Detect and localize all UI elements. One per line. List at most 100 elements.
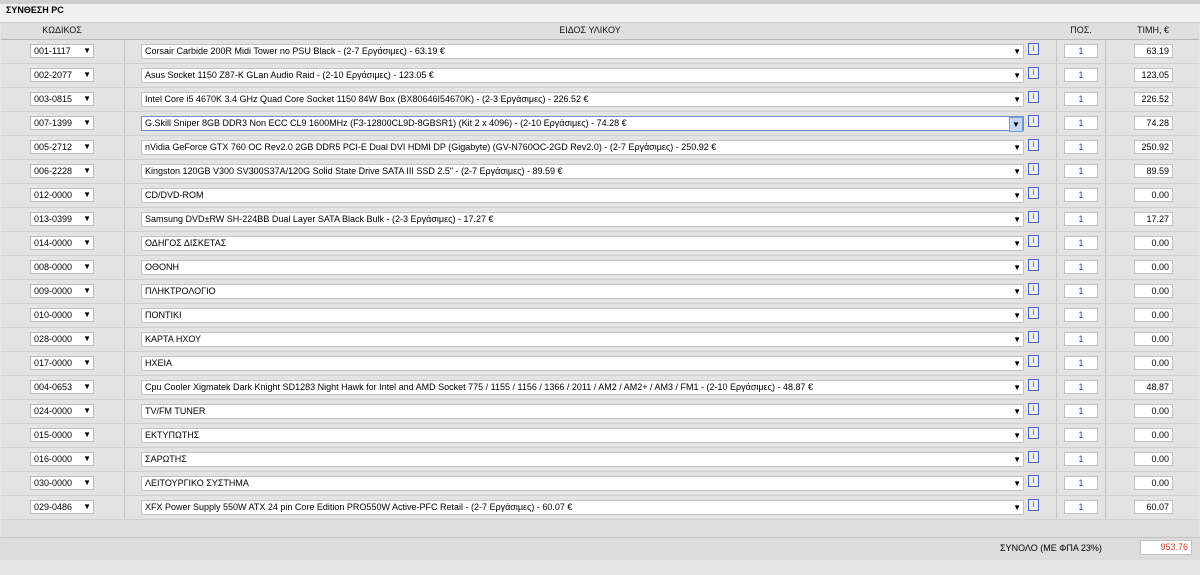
chevron-down-icon[interactable]: ▼ <box>1013 359 1021 368</box>
chevron-down-icon[interactable]: ▼ <box>1013 239 1021 248</box>
item-select[interactable]: Intel Core i5 4670K 3.4 GHz Quad Core So… <box>141 92 1024 107</box>
info-icon[interactable]: i <box>1028 235 1039 247</box>
info-icon[interactable]: i <box>1028 355 1039 367</box>
code-select[interactable]: 006-2228 ▼ <box>30 164 94 178</box>
info-icon[interactable]: i <box>1028 451 1039 463</box>
chevron-down-icon[interactable]: ▼ <box>1013 71 1021 80</box>
info-icon[interactable]: i <box>1028 379 1039 391</box>
quantity-input[interactable]: 1 <box>1064 500 1098 514</box>
chevron-down-icon[interactable]: ▼ <box>1013 167 1021 176</box>
info-icon[interactable]: i <box>1028 475 1039 487</box>
code-select[interactable]: 002-2077 ▼ <box>30 68 94 82</box>
chevron-down-icon[interactable]: ▼ <box>83 166 91 175</box>
code-select[interactable]: 014-0000 ▼ <box>30 236 94 250</box>
quantity-input[interactable]: 1 <box>1064 356 1098 370</box>
quantity-input[interactable]: 1 <box>1064 212 1098 226</box>
chevron-down-icon[interactable]: ▼ <box>83 70 91 79</box>
chevron-down-icon[interactable]: ▼ <box>1013 407 1021 416</box>
chevron-down-icon[interactable]: ▼ <box>1013 383 1021 392</box>
item-select[interactable]: ΣΑΡΩΤΗΣ ▼ <box>141 452 1024 467</box>
chevron-down-icon[interactable]: ▼ <box>83 502 91 511</box>
info-icon[interactable]: i <box>1028 163 1039 175</box>
item-select[interactable]: XFX Power Supply 550W ATX 24 pin Core Ed… <box>141 500 1024 515</box>
code-select[interactable]: 013-0399 ▼ <box>30 212 94 226</box>
info-icon[interactable]: i <box>1028 139 1039 151</box>
code-select[interactable]: 008-0000 ▼ <box>30 260 94 274</box>
item-select[interactable]: ΟΔΗΓΟΣ ΔΙΣΚΕΤΑΣ ▼ <box>141 236 1024 251</box>
chevron-down-icon[interactable]: ▼ <box>1013 431 1021 440</box>
info-icon[interactable]: i <box>1028 43 1039 55</box>
chevron-down-icon[interactable]: ▼ <box>1013 143 1021 152</box>
item-select[interactable]: ΠΟΝΤΙΚΙ ▼ <box>141 308 1024 323</box>
info-icon[interactable]: i <box>1028 67 1039 79</box>
chevron-down-icon[interactable]: ▼ <box>83 238 91 247</box>
quantity-input[interactable]: 1 <box>1064 92 1098 106</box>
quantity-input[interactable]: 1 <box>1064 452 1098 466</box>
item-select[interactable]: ΛΕΙΤΟΥΡΓΙΚΟ ΣΥΣΤΗΜΑ ▼ <box>141 476 1024 491</box>
item-select[interactable]: Kingston 120GB V300 SV300S37A/120G Solid… <box>141 164 1024 179</box>
code-select[interactable]: 016-0000 ▼ <box>30 452 94 466</box>
code-select[interactable]: 005-2712 ▼ <box>30 140 94 154</box>
chevron-down-icon[interactable]: ▼ <box>1013 479 1021 488</box>
code-select[interactable]: 028-0000 ▼ <box>30 332 94 346</box>
chevron-down-icon[interactable]: ▼ <box>83 406 91 415</box>
quantity-input[interactable]: 1 <box>1064 308 1098 322</box>
chevron-down-icon[interactable]: ▼ <box>83 262 91 271</box>
chevron-down-icon[interactable]: ▼ <box>83 142 91 151</box>
info-icon[interactable]: i <box>1028 115 1039 127</box>
info-icon[interactable]: i <box>1028 259 1039 271</box>
chevron-down-icon[interactable]: ▼ <box>83 310 91 319</box>
chevron-down-icon[interactable]: ▼ <box>83 94 91 103</box>
chevron-down-icon[interactable]: ▼ <box>83 430 91 439</box>
chevron-down-icon[interactable]: ▼ <box>83 46 91 55</box>
chevron-down-icon[interactable]: ▼ <box>1013 191 1021 200</box>
info-icon[interactable]: i <box>1028 331 1039 343</box>
code-select[interactable]: 012-0000 ▼ <box>30 188 94 202</box>
item-select[interactable]: ΗΧΕΙΑ ▼ <box>141 356 1024 371</box>
chevron-down-icon[interactable]: ▼ <box>83 214 91 223</box>
info-icon[interactable]: i <box>1028 427 1039 439</box>
item-select[interactable]: G.Skill Sniper 8GB DDR3 Non ECC CL9 1600… <box>141 116 1024 132</box>
chevron-down-icon[interactable]: ▼ <box>83 382 91 391</box>
quantity-input[interactable]: 1 <box>1064 380 1098 394</box>
item-select[interactable]: ΟΘΟΝΗ ▼ <box>141 260 1024 275</box>
quantity-input[interactable]: 1 <box>1064 476 1098 490</box>
chevron-down-icon[interactable]: ▼ <box>1013 311 1021 320</box>
chevron-down-icon[interactable]: ▼ <box>83 358 91 367</box>
quantity-input[interactable]: 1 <box>1064 428 1098 442</box>
code-select[interactable]: 004-0653 ▼ <box>30 380 94 394</box>
chevron-down-icon[interactable]: ▼ <box>1013 47 1021 56</box>
quantity-input[interactable]: 1 <box>1064 44 1098 58</box>
chevron-down-icon[interactable]: ▼ <box>83 118 91 127</box>
code-select[interactable]: 017-0000 ▼ <box>30 356 94 370</box>
chevron-down-icon[interactable]: ▼ <box>1013 287 1021 296</box>
chevron-down-icon[interactable]: ▼ <box>1013 215 1021 224</box>
item-select[interactable]: Cpu Cooler Xigmatek Dark Knight SD1283 N… <box>141 380 1024 395</box>
code-select[interactable]: 015-0000 ▼ <box>30 428 94 442</box>
chevron-down-icon[interactable]: ▼ <box>83 286 91 295</box>
quantity-input[interactable]: 1 <box>1064 404 1098 418</box>
quantity-input[interactable]: 1 <box>1064 260 1098 274</box>
chevron-down-icon[interactable]: ▼ <box>83 334 91 343</box>
item-select[interactable]: TV/FM TUNER ▼ <box>141 404 1024 419</box>
chevron-down-icon[interactable]: ▼ <box>1013 335 1021 344</box>
info-icon[interactable]: i <box>1028 403 1039 415</box>
item-select[interactable]: nVidia GeForce GTX 760 OC Rev2.0 2GB DDR… <box>141 140 1024 155</box>
code-select[interactable]: 007-1399 ▼ <box>30 116 94 130</box>
quantity-input[interactable]: 1 <box>1064 116 1098 130</box>
chevron-down-icon[interactable]: ▼ <box>83 478 91 487</box>
item-select[interactable]: CD/DVD-ROM ▼ <box>141 188 1024 203</box>
quantity-input[interactable]: 1 <box>1064 284 1098 298</box>
item-select[interactable]: ΚΑΡΤΑ ΗΧΟΥ ▼ <box>141 332 1024 347</box>
info-icon[interactable]: i <box>1028 91 1039 103</box>
info-icon[interactable]: i <box>1028 211 1039 223</box>
code-select[interactable]: 009-0000 ▼ <box>30 284 94 298</box>
quantity-input[interactable]: 1 <box>1064 236 1098 250</box>
item-select[interactable]: Corsair Carbide 200R Midi Tower no PSU B… <box>141 44 1024 59</box>
code-select[interactable]: 010-0000 ▼ <box>30 308 94 322</box>
info-icon[interactable]: i <box>1028 187 1039 199</box>
quantity-input[interactable]: 1 <box>1064 332 1098 346</box>
info-icon[interactable]: i <box>1028 283 1039 295</box>
chevron-down-icon[interactable]: ▼ <box>83 190 91 199</box>
code-select[interactable]: 024-0000 ▼ <box>30 404 94 418</box>
